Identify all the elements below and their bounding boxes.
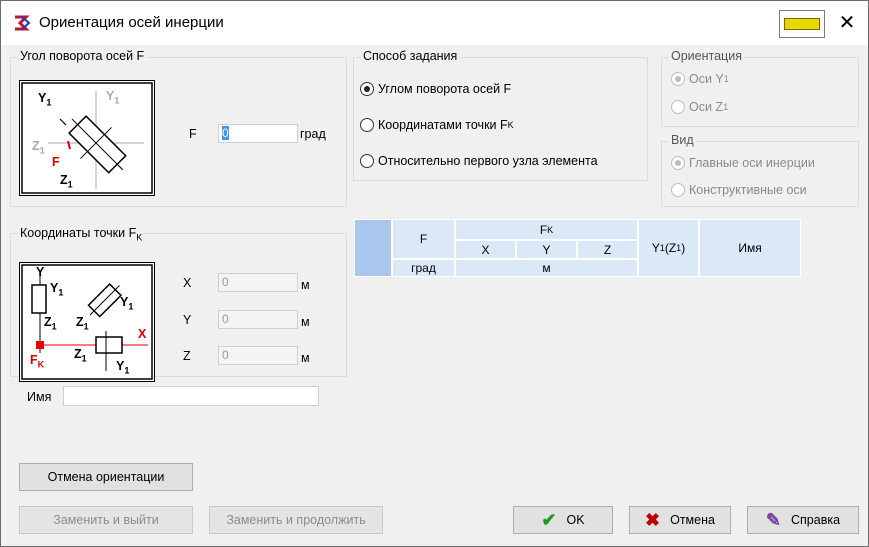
col-header-fk: FK xyxy=(455,219,638,240)
help-button[interactable]: ✎ Справка xyxy=(747,506,859,534)
view-group: Вид Главные оси инерции Конструктивные о… xyxy=(661,133,859,207)
col-header-x: X xyxy=(455,240,516,259)
replace-continue-button[interactable]: Заменить и продолжить xyxy=(209,506,383,534)
coords-group: Координаты точки FK Y Y1 Y1 Z1 Z1 X Z1 F… xyxy=(10,226,347,382)
angle-unit: град xyxy=(300,127,326,141)
method-group-title: Способ задания xyxy=(361,49,460,63)
ruler-icon xyxy=(784,18,820,30)
radio-dot xyxy=(671,156,685,170)
coord-y-unit: м xyxy=(301,315,310,329)
name-label: Имя xyxy=(27,390,52,404)
ok-button[interactable]: ✔ OK xyxy=(513,506,613,534)
orientation-table[interactable]: F град FK X Y Z м Y 1 (Z 1) Имя xyxy=(354,219,801,277)
radio-dot xyxy=(671,100,685,114)
method-group: Способ задания Углом поворота осей F Коо… xyxy=(353,49,648,181)
radio-design-axes[interactable]: Конструктивные оси xyxy=(671,183,807,197)
dialog-window: Ориентация осей инерции ✕ Угол поворота … xyxy=(0,0,869,547)
radio-dot xyxy=(360,154,374,168)
angle-group-title: Угол поворота осей F xyxy=(18,49,147,63)
ruler-button[interactable] xyxy=(779,10,825,38)
table-corner xyxy=(354,219,392,277)
coords-group-title: Координаты точки FK xyxy=(18,226,145,243)
coord-z-unit: м xyxy=(301,351,310,365)
coord-x-input[interactable]: 0 xyxy=(218,273,298,292)
orientation-group: Ориентация Оси Y1 Оси Z1 xyxy=(661,49,859,127)
radio-principal-axes[interactable]: Главные оси инерции xyxy=(671,156,815,170)
cancel-orientation-button[interactable]: Отмена ориентации xyxy=(19,463,193,491)
app-icon xyxy=(15,15,31,31)
radio-relative-node[interactable]: Относительно первого узла элемента xyxy=(360,154,598,168)
replace-exit-button[interactable]: Заменить и выйти xyxy=(19,506,193,534)
angle-group: Угол поворота осей F Y1 Y1 Z1 F Z1 F 0 г… xyxy=(10,49,347,207)
col-header-y: Y xyxy=(516,240,577,259)
col-header-y1z1: Y 1 (Z 1) xyxy=(638,219,699,277)
col-header-z: Z xyxy=(577,240,638,259)
window-title: Ориентация осей инерции xyxy=(39,14,224,31)
radio-angle[interactable]: Углом поворота осей F xyxy=(360,82,511,96)
angle-f-label: F xyxy=(189,127,197,141)
name-input[interactable] xyxy=(63,386,319,406)
checkmark-icon: ✔ xyxy=(541,509,557,530)
close-button[interactable]: ✕ xyxy=(833,9,861,37)
col-header-f: F xyxy=(392,219,455,259)
radio-axis-z1[interactable]: Оси Z1 xyxy=(671,100,728,114)
coord-y-input[interactable]: 0 xyxy=(218,310,298,329)
radio-dot xyxy=(360,82,374,96)
unit-header-deg: град xyxy=(392,259,455,277)
view-group-title: Вид xyxy=(669,133,696,147)
coord-y-label: Y xyxy=(183,313,192,327)
angle-input[interactable]: 0 xyxy=(218,124,298,143)
coord-z-label: Z xyxy=(183,349,191,363)
radio-dot xyxy=(671,72,685,86)
col-header-name: Имя xyxy=(699,219,801,277)
unit-header-m: м xyxy=(455,259,638,277)
radio-dot xyxy=(360,118,374,132)
orientation-group-title: Ориентация xyxy=(669,49,744,63)
cross-icon: ✖ xyxy=(645,509,661,530)
cancel-button[interactable]: ✖ Отмена xyxy=(629,506,731,534)
coord-z-input[interactable]: 0 xyxy=(218,346,298,365)
title-bar: Ориентация осей инерции ✕ xyxy=(1,1,868,45)
radio-point-coords[interactable]: Координатами точки FK xyxy=(360,118,514,132)
coord-x-unit: м xyxy=(301,278,310,292)
coord-x-label: X xyxy=(183,276,192,290)
help-book-icon: ✎ xyxy=(765,509,782,530)
angle-diagram: Y1 Y1 Z1 F Z1 xyxy=(19,80,155,196)
coords-diagram: Y Y1 Y1 Z1 Z1 X Z1 FK Y1 xyxy=(19,262,155,382)
radio-dot xyxy=(671,183,685,197)
radio-axis-y1[interactable]: Оси Y1 xyxy=(671,72,729,86)
